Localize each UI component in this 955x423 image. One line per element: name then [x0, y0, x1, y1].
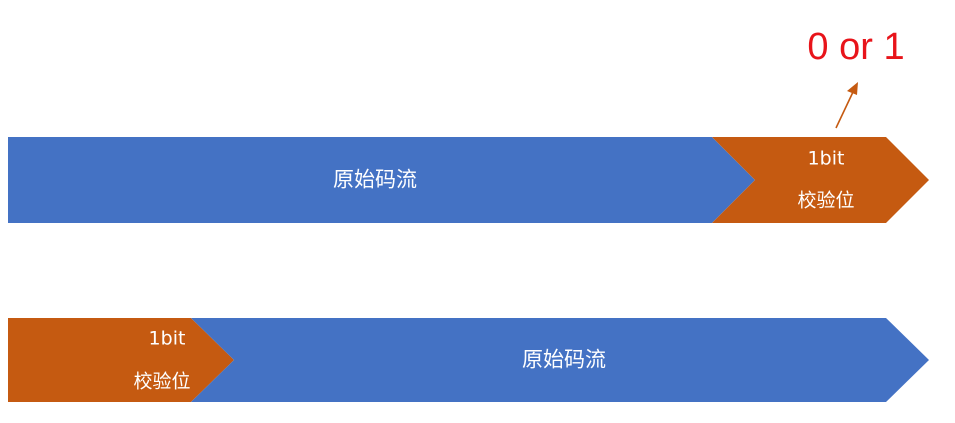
annotation-arrow-head	[847, 82, 858, 95]
annotation-text: 0 or 1	[807, 26, 905, 68]
row2-raw-stream-label: 原始码流	[522, 347, 606, 372]
row2-check-bit-label: 校验位	[133, 370, 191, 393]
row2-check-bit-block	[8, 318, 234, 402]
row2-bit-size-label: 1bit	[148, 327, 186, 350]
annotation-arrow-line	[835, 91, 854, 129]
row1-bit-size-label: 1bit	[807, 147, 845, 170]
row1-raw-stream-label: 原始码流	[333, 167, 417, 192]
row1-check-bit-label: 校验位	[797, 189, 855, 212]
diagram-canvas: 原始码流 1bit 校验位 0 or 1 1bit 校验位 原始码流	[0, 0, 955, 423]
